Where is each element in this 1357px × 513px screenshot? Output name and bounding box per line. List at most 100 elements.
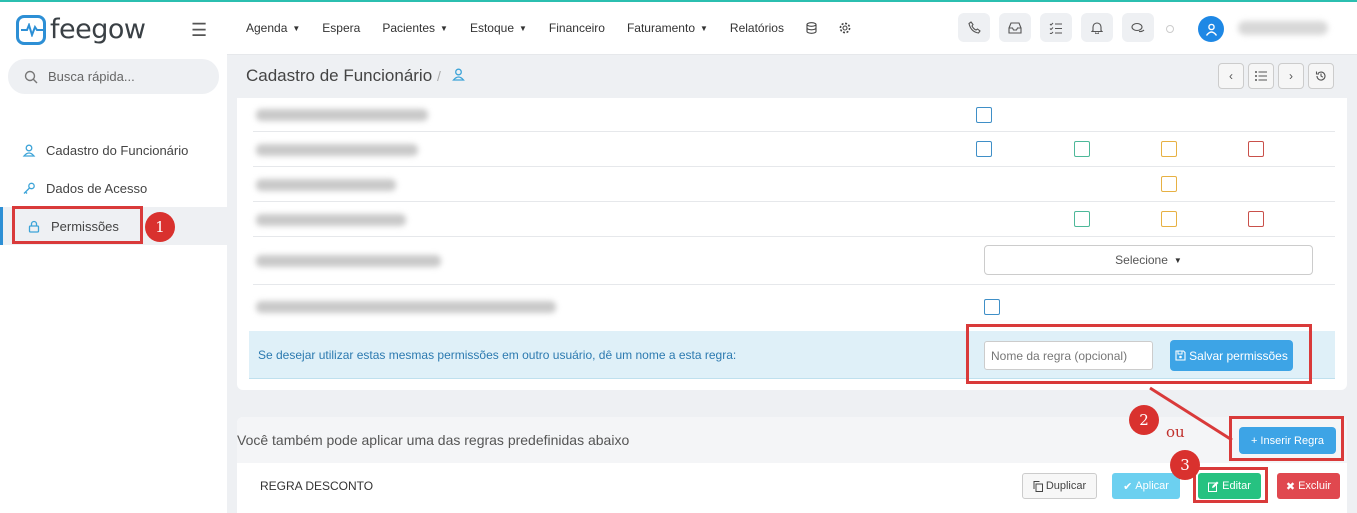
nav-pacientes[interactable]: Pacientes ▼ (382, 21, 448, 35)
nav-label: Espera (322, 21, 361, 35)
permission-checkbox[interactable] (976, 107, 992, 123)
permission-checkbox[interactable] (976, 141, 992, 157)
duplicate-button[interactable]: Duplicar (1022, 473, 1097, 499)
list-icon (1255, 71, 1267, 81)
permission-checkbox[interactable] (1248, 211, 1264, 227)
bell-icon[interactable] (1081, 13, 1113, 42)
sidebar-item-label: Cadastro do Funcionário (46, 142, 189, 158)
previous-button[interactable]: ‹ (1218, 63, 1244, 89)
annotation-box-save-rule (966, 324, 1312, 384)
history-icon (1315, 71, 1326, 81)
annotation-box-permissoes (12, 206, 143, 244)
select-label: Selecione (1115, 253, 1168, 267)
caret-down-icon: ▼ (440, 23, 448, 33)
logo-text: feegow (50, 14, 146, 45)
sidebar-item-cadastro[interactable]: Cadastro do Funcionário (0, 131, 227, 169)
gear-icon[interactable] (839, 21, 851, 35)
permission-label-redacted (256, 255, 441, 267)
annotation-box-edit (1193, 467, 1268, 503)
predefined-rules-title: Você também pode aplicar uma das regras … (237, 432, 630, 448)
nav-label: Financeiro (548, 21, 605, 35)
nav-financeiro[interactable]: Financeiro (549, 21, 605, 35)
permission-checkbox[interactable] (984, 299, 1000, 315)
user-icon (452, 68, 465, 84)
permission-label-redacted (256, 179, 396, 191)
avatar[interactable] (1198, 16, 1224, 42)
permission-checkbox[interactable] (1161, 141, 1177, 157)
search-input[interactable]: Busca rápida... (8, 59, 219, 94)
nav-espera[interactable]: Espera (322, 21, 360, 35)
rule-name: REGRA DESCONTO (260, 479, 374, 493)
nav-faturamento[interactable]: Faturamento ▼ (627, 21, 708, 35)
apply-label: Aplicar (1135, 480, 1169, 492)
chevron-left-icon: ‹ (1229, 69, 1233, 83)
caret-down-icon: ▼ (700, 23, 708, 33)
status-indicator (1166, 25, 1174, 33)
menu-toggle-icon[interactable]: ☰ (191, 20, 207, 41)
page-header: Cadastro de Funcionário / ‹ › (227, 56, 1357, 98)
copy-icon (1033, 480, 1043, 492)
annotation-badge-1: 1 (145, 212, 175, 242)
record-navigation: ‹ › (1218, 63, 1334, 89)
history-button[interactable] (1308, 63, 1334, 89)
user-icon (22, 144, 36, 157)
sidebar-item-acesso[interactable]: Dados de Acesso (0, 169, 227, 207)
delete-button[interactable]: ✖ Excluir (1277, 473, 1340, 499)
caret-down-icon: ▼ (519, 23, 527, 33)
duplicate-label: Duplicar (1045, 480, 1087, 492)
heartbeat-logo-icon (16, 14, 46, 45)
annotation-badge-2: 2 (1129, 405, 1159, 435)
annotation-or-text: ou (1166, 423, 1185, 441)
page-title: Cadastro de Funcionário (246, 66, 433, 85)
database-icon[interactable] (806, 21, 817, 35)
permission-checkbox[interactable] (1248, 141, 1264, 157)
nav-label: Pacientes (382, 21, 436, 35)
main-menu: Agenda ▼ Espera Pacientes ▼ Estoque ▼ Finan… (246, 21, 851, 35)
permission-label-redacted (256, 109, 428, 121)
inbox-icon[interactable] (999, 13, 1031, 42)
permission-label-redacted (256, 214, 406, 226)
caret-down-icon: ▼ (292, 23, 301, 33)
toolbar-icons (958, 13, 1154, 42)
permission-checkbox[interactable] (1161, 176, 1177, 192)
nav-label: Faturamento (626, 21, 695, 35)
permission-row (253, 202, 1335, 237)
nav-estoque[interactable]: Estoque ▼ (470, 21, 527, 35)
list-button[interactable] (1248, 63, 1274, 89)
search-icon (24, 70, 38, 83)
permission-row (253, 167, 1335, 202)
chevron-right-icon: › (1289, 69, 1293, 83)
permission-checkbox[interactable] (1074, 141, 1090, 157)
annotation-badge-3: 3 (1170, 450, 1200, 480)
user-name-redacted[interactable] (1238, 21, 1328, 35)
rule-select-dropdown[interactable]: Selecione ▼ (984, 245, 1313, 275)
check-icon: ✔ (1123, 480, 1133, 493)
nav-relatorios[interactable]: Relatórios (730, 21, 784, 35)
permission-label-redacted (256, 301, 556, 313)
breadcrumb-separator: / (437, 68, 441, 84)
sidebar-item-label: Dados de Acesso (46, 180, 148, 196)
sidebar: feegow ☰ Busca rápida... Cadastro do Fun… (0, 2, 227, 513)
logo[interactable]: feegow (16, 14, 146, 45)
phone-icon[interactable] (958, 13, 990, 42)
permission-row (253, 98, 1335, 132)
nav-label: Agenda (246, 21, 288, 35)
permission-label-redacted (256, 144, 418, 156)
nav-label: Estoque (469, 21, 514, 35)
permission-checkbox[interactable] (1074, 211, 1090, 227)
apply-button[interactable]: ✔ Aplicar (1112, 473, 1180, 499)
search-placeholder: Busca rápida... (48, 69, 135, 84)
next-button[interactable]: › (1278, 63, 1304, 89)
delete-label: Excluir (1298, 480, 1332, 492)
nav-label: Relatórios (729, 21, 784, 35)
permission-row (253, 132, 1335, 167)
nav-agenda[interactable]: Agenda ▼ (246, 21, 300, 35)
permission-checkbox[interactable] (1161, 211, 1177, 227)
tasks-icon[interactable] (1040, 13, 1072, 42)
annotation-box-insert-rule (1229, 416, 1344, 461)
key-icon (23, 182, 35, 194)
rule-prompt-text: Se desejar utilizar estas mesmas permiss… (258, 348, 737, 362)
caret-down-icon: ▼ (1173, 255, 1182, 265)
top-navbar: Agenda ▼ Espera Pacientes ▼ Estoque ▼ Finan… (227, 2, 1357, 55)
chat-icon[interactable] (1122, 13, 1154, 42)
